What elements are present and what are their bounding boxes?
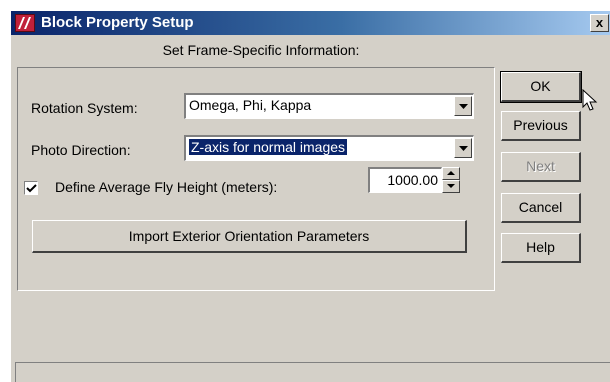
photo-direction-dropdown-button[interactable]: [454, 138, 472, 158]
photo-direction-label: Photo Direction:: [31, 142, 131, 158]
spin-down-button[interactable]: [442, 180, 460, 193]
title-bar[interactable]: Block Property Setup x: [11, 11, 610, 35]
spin-up-button[interactable]: [442, 167, 460, 180]
fly-height-input[interactable]: 1000.00: [368, 167, 442, 193]
app-icon: [15, 14, 35, 32]
import-exterior-orientation-button[interactable]: Import Exterior Orientation Parameters: [32, 220, 467, 253]
spin-up-icon: [447, 171, 455, 175]
close-button[interactable]: x: [590, 14, 609, 32]
rotation-system-select[interactable]: Omega, Phi, Kappa: [184, 93, 474, 119]
mouse-cursor-icon: [582, 89, 598, 111]
window-title: Block Property Setup: [41, 14, 194, 31]
spin-down-icon: [447, 184, 455, 188]
close-icon: x: [595, 15, 604, 30]
dropdown-arrow-icon: [459, 104, 468, 109]
section-heading: Set Frame-Specific Information:: [162, 42, 360, 58]
block-property-setup-dialog: Block Property Setup x Set Frame-Specifi…: [10, 10, 610, 382]
fly-height-label: Define Average Fly Height (meters):: [55, 179, 278, 195]
rotation-system-dropdown-button[interactable]: [454, 96, 472, 116]
help-button[interactable]: Help: [501, 233, 581, 263]
photo-direction-select[interactable]: Z-axis for normal images: [184, 135, 474, 161]
cancel-button[interactable]: Cancel: [501, 193, 581, 223]
checkmark-icon: [26, 184, 37, 193]
dropdown-arrow-icon: [459, 146, 468, 151]
next-button: Next: [501, 152, 581, 182]
rotation-system-value: Omega, Phi, Kappa: [189, 97, 312, 113]
previous-button[interactable]: Previous: [501, 111, 581, 141]
ok-button[interactable]: OK: [500, 71, 582, 103]
fly-height-checkbox[interactable]: [24, 181, 38, 195]
rotation-system-label: Rotation System:: [31, 100, 138, 116]
photo-direction-value: Z-axis for normal images: [187, 138, 349, 156]
fly-height-spinner: [442, 167, 460, 193]
status-bar: [15, 362, 610, 382]
